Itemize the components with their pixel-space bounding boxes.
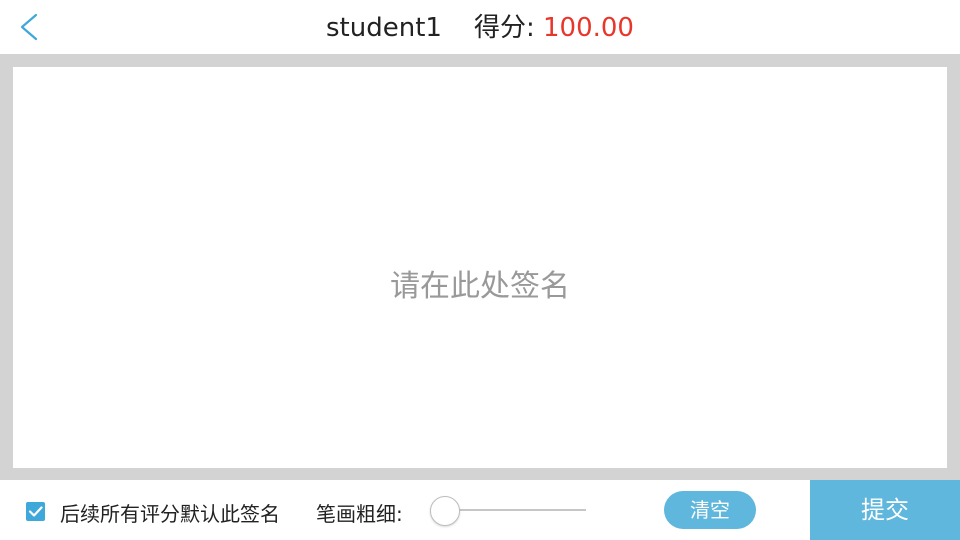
default-signature-checkbox[interactable] xyxy=(26,502,45,521)
signature-canvas[interactable]: 请在此处签名 xyxy=(13,67,947,468)
checkmark-icon xyxy=(28,506,43,517)
footer-toolbar: 后续所有评分默认此签名 笔画粗细: 清空 提交 xyxy=(0,480,960,540)
signature-placeholder: 请在此处签名 xyxy=(390,269,570,304)
stroke-width-label: 笔画粗细: xyxy=(316,502,403,526)
clear-button[interactable]: 清空 xyxy=(664,491,756,529)
page-title: student1 得分: 100.00 xyxy=(0,0,960,54)
header-bar: student1 得分: 100.00 xyxy=(0,0,960,54)
score-value: 100.00 xyxy=(542,13,634,43)
submit-button[interactable]: 提交 xyxy=(810,480,960,540)
student-name: student1 xyxy=(326,13,442,43)
slider-thumb[interactable] xyxy=(430,496,460,526)
signature-frame: 请在此处签名 xyxy=(0,54,960,480)
slider-track xyxy=(444,509,586,511)
default-signature-label: 后续所有评分默认此签名 xyxy=(60,502,280,526)
stroke-width-slider[interactable] xyxy=(430,494,588,526)
score-label: 得分: xyxy=(473,13,535,43)
